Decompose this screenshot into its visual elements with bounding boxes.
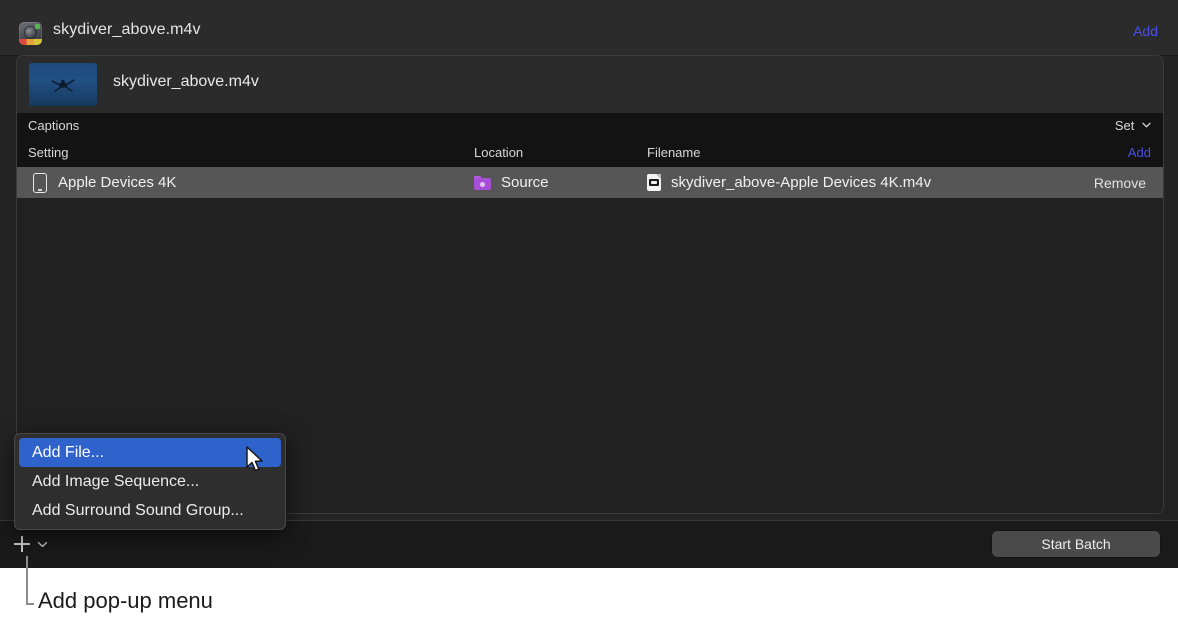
column-header-location: Location	[474, 145, 523, 160]
folder-icon	[474, 176, 491, 190]
captions-set-label: Set	[1115, 118, 1135, 133]
callout-label: Add pop-up menu	[38, 588, 213, 614]
row-location-cell[interactable]: Source	[474, 167, 549, 198]
row-setting-cell: Apple Devices 4K	[33, 167, 176, 198]
callout-leader-line	[26, 556, 28, 604]
captions-label: Captions	[28, 118, 79, 133]
job-source-filename: skydiver_above.m4v	[113, 73, 259, 91]
output-columns-header: Setting Location Filename Add	[17, 140, 1163, 168]
chevron-down-icon	[37, 535, 48, 553]
output-add-link[interactable]: Add	[1128, 145, 1151, 160]
row-location-label: Source	[501, 174, 549, 191]
chevron-down-icon	[1142, 116, 1151, 131]
callout-leader-tick	[26, 603, 34, 605]
app-icon-stripes	[19, 39, 42, 45]
column-header-setting: Setting	[28, 145, 68, 160]
add-popup-menu: Add File... Add Image Sequence... Add Su…	[14, 433, 286, 530]
row-remove-button[interactable]: Remove	[1094, 167, 1146, 198]
row-filename-label: skydiver_above-Apple Devices 4K.m4v	[671, 174, 931, 191]
row-setting-label: Apple Devices 4K	[58, 174, 176, 191]
captions-bar: Captions Set	[17, 113, 1163, 141]
menu-item-add-file[interactable]: Add File...	[19, 438, 281, 467]
app-icon-led	[35, 24, 40, 29]
plus-icon	[14, 536, 30, 552]
job-source-row[interactable]: skydiver_above.m4v	[17, 56, 1163, 114]
captions-set-menu[interactable]: Set	[1115, 118, 1151, 133]
compressor-app-icon	[19, 22, 42, 45]
titlebar-add-link[interactable]: Add	[1133, 23, 1158, 39]
row-filename-cell[interactable]: skydiver_above-Apple Devices 4K.m4v	[647, 167, 931, 198]
menu-item-add-surround-sound-group[interactable]: Add Surround Sound Group...	[19, 496, 281, 525]
table-row[interactable]: Apple Devices 4K Source skydiver_above-A…	[17, 167, 1163, 199]
device-icon	[33, 173, 47, 193]
add-popup-menu-button[interactable]	[14, 531, 60, 557]
window-title: skydiver_above.m4v	[53, 21, 201, 39]
window-titlebar: skydiver_above.m4v Add	[0, 0, 1178, 56]
start-batch-button[interactable]: Start Batch	[992, 531, 1160, 557]
skydiver-video-thumbnail	[29, 63, 97, 106]
thumbnail-skydiver-figure	[46, 76, 80, 94]
media-document-icon	[647, 174, 661, 191]
column-header-filename: Filename	[647, 145, 700, 160]
menu-item-add-image-sequence[interactable]: Add Image Sequence...	[19, 467, 281, 496]
